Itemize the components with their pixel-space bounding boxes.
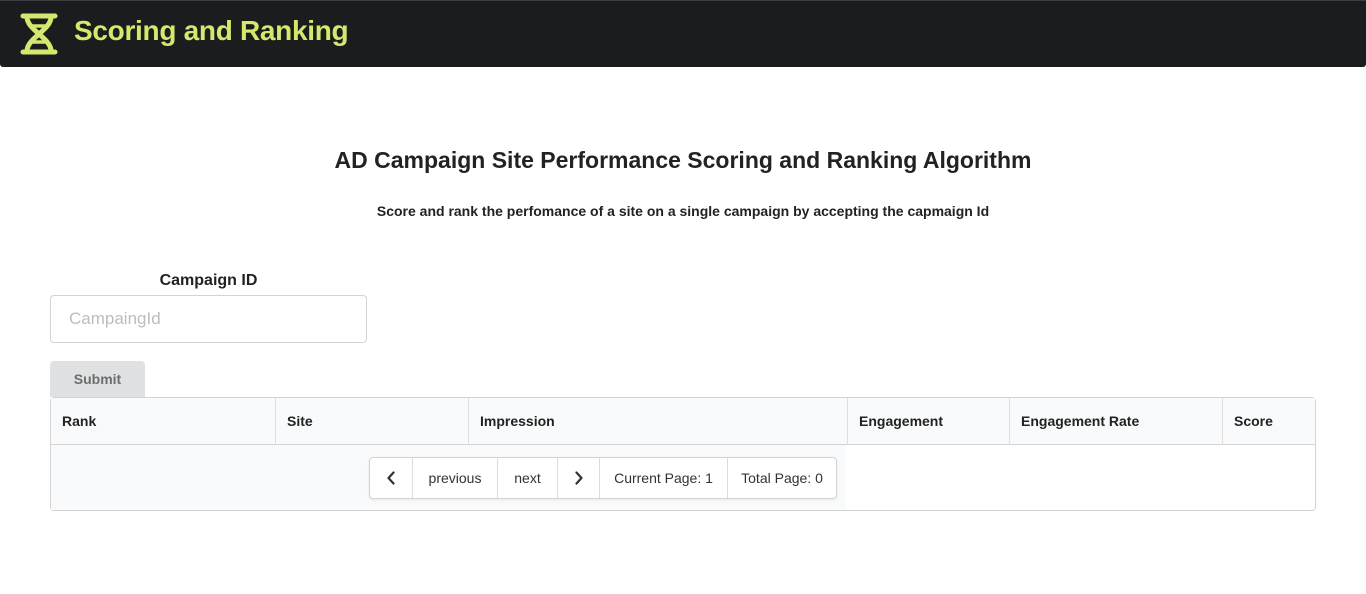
column-header-engagement[interactable]: Engagement [847,398,1009,445]
top-navbar: Scoring and Ranking [0,0,1366,67]
submit-button[interactable]: Submit [50,361,145,397]
chevron-right-icon [574,471,583,485]
total-page-indicator: Total Page: 0 [727,458,836,498]
table-footer: previous next Current Page: 1 Total Page… [51,445,846,510]
results-table: Rank Site Impression Engagement Engageme… [50,397,1316,511]
prev-page-button[interactable] [370,458,412,498]
campaign-id-label: Campaign ID [159,272,258,289]
campaign-id-input[interactable] [50,295,367,343]
dna-icon[interactable] [19,12,59,56]
previous-button[interactable]: previous [412,458,497,498]
next-page-button[interactable] [557,458,599,498]
brand-title[interactable]: Scoring and Ranking [74,15,349,47]
column-header-rank[interactable]: Rank [51,398,275,445]
current-page-indicator: Current Page: 1 [599,458,727,498]
column-header-impression[interactable]: Impression [468,398,847,445]
column-header-site[interactable]: Site [275,398,468,445]
pagination: previous next Current Page: 1 Total Page… [369,457,837,499]
column-header-engagement-rate[interactable]: Engagement Rate [1009,398,1222,445]
page-title: AD Campaign Site Performance Scoring and… [334,147,1032,173]
page-subtitle: Score and rank the perfomance of a site … [376,203,990,219]
next-button[interactable]: next [497,458,557,498]
table-header: Rank Site Impression Engagement Engageme… [51,398,1315,445]
column-header-score[interactable]: Score [1222,398,1315,445]
chevron-left-icon [387,471,395,485]
